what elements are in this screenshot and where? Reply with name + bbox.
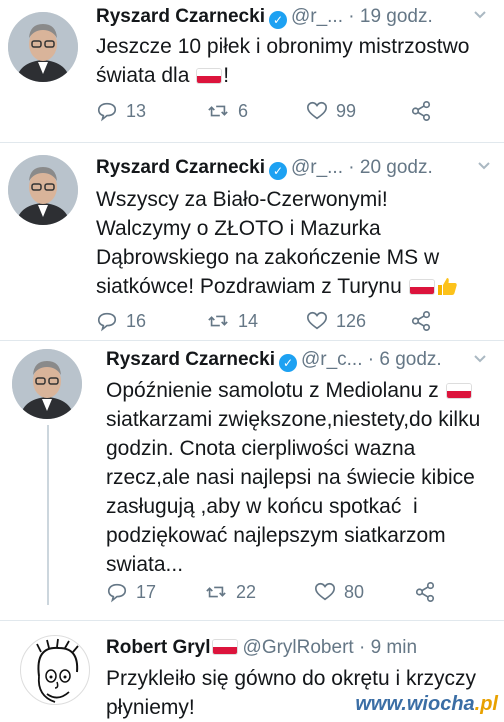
retweet-count: 22 — [236, 582, 257, 602]
tweet-line: Walczymy o ZŁOTO i Mazurka — [96, 217, 381, 240]
tweet-line-text: świata dla — [96, 64, 190, 87]
retweet-button[interactable]: 22 — [204, 581, 256, 603]
avatar[interactable] — [8, 12, 78, 82]
tweet-line: swiata... — [106, 553, 184, 576]
tweet-text: Jeszcze 10 piłek i obronimy mistrzostwo … — [96, 32, 469, 90]
tweet-line-text: ! — [223, 64, 230, 87]
tweet-line: siatkarzami zwiększone,niestety,do kilku — [106, 408, 481, 431]
share-icon — [411, 311, 431, 331]
reply-icon — [97, 102, 117, 122]
author-name[interactable]: Ryszard Czarnecki — [96, 157, 265, 178]
author-handle[interactable]: @r_... — [291, 6, 343, 27]
tweet-actions: 13 6 99 — [96, 100, 476, 124]
verified-badge-icon: ✓ — [278, 354, 297, 372]
tweet-line: zasługują ,aby w końcu spotkać i — [106, 495, 418, 518]
timestamp[interactable]: 19 godz. — [360, 6, 433, 27]
tweet-2[interactable]: Ryszard Czarnecki ✓ @r_... · 20 godz. Wszy… — [0, 143, 504, 340]
author-handle[interactable]: @r_... — [291, 157, 343, 178]
tweet-line: Opóźnienie samolotu z Mediolanu z — [106, 376, 480, 405]
author-handle[interactable]: @r_c... — [301, 349, 363, 370]
like-button[interactable]: 99 — [306, 100, 356, 122]
tweet-line: siatkówce! Pozdrawiam z Turynu — [96, 272, 458, 301]
timestamp[interactable]: 9 min — [371, 637, 417, 658]
watermark-tld: .pl — [474, 693, 498, 715]
share-button[interactable] — [410, 100, 440, 122]
retweet-icon — [208, 105, 228, 117]
retweet-count: 14 — [238, 311, 259, 331]
thumbs-up-icon — [437, 278, 457, 295]
chevron-down-icon[interactable] — [472, 6, 488, 27]
chevron-down-icon[interactable] — [476, 157, 492, 178]
separator-dot: · — [367, 349, 375, 370]
retweet-button[interactable]: 6 — [206, 100, 248, 122]
separator-dot: · — [348, 157, 355, 178]
timestamp[interactable]: 6 godz. — [379, 349, 441, 370]
tweet-text: Wszyscy za Biało-Czerwonymi! Walczymy o … — [96, 185, 458, 301]
reply-count: 13 — [126, 101, 147, 121]
heart-icon — [307, 101, 327, 120]
author-handle[interactable]: @GrylRobert — [243, 637, 354, 658]
retweet-icon — [206, 586, 226, 598]
tweet-line: świata dla ! — [96, 61, 469, 90]
poland-flag-icon — [409, 280, 434, 294]
like-count: 99 — [336, 101, 357, 121]
tweet-line: podziękować najlepszym siatkarzom — [106, 524, 446, 547]
verified-badge-icon: ✓ — [268, 162, 287, 180]
author-name[interactable]: Robert Gryl — [106, 637, 211, 658]
avatar[interactable] — [20, 635, 90, 705]
avatar[interactable] — [12, 349, 82, 419]
tweet-line: Jeszcze 10 piłek i obronimy mistrzostwo — [96, 35, 470, 58]
share-icon — [415, 582, 435, 602]
verified-badge-icon: ✓ — [268, 11, 287, 29]
heart-icon — [315, 582, 335, 601]
share-button[interactable] — [414, 581, 444, 603]
reply-count: 16 — [126, 311, 147, 331]
reply-icon — [97, 312, 117, 332]
tweet-actions: 16 14 126 — [96, 310, 476, 334]
tweet-header: Robert Gryl @GrylRobert · 9 min — [106, 637, 417, 659]
tweet-3[interactable]: Ryszard Czarnecki ✓ @r_c... · 6 godz. Opóź… — [0, 341, 504, 620]
like-count: 126 — [336, 311, 367, 331]
separator-dot: · — [358, 637, 366, 658]
share-icon — [411, 101, 431, 121]
tweet-actions: 17 22 80 — [106, 581, 486, 605]
heart-icon — [307, 311, 327, 330]
watermark-main: www.wiocha — [355, 693, 475, 715]
reply-button[interactable]: 16 — [96, 310, 146, 332]
tweet-line: godzin. Cnota cierpliwości wazna — [106, 437, 416, 460]
separator-dot: · — [348, 6, 355, 27]
chevron-down-icon[interactable] — [472, 350, 488, 371]
author-name[interactable]: Ryszard Czarnecki — [106, 349, 275, 370]
tweet-line: Wszyscy za Biało-Czerwonymi! — [96, 188, 388, 211]
avatar[interactable] — [8, 155, 78, 225]
tweet-line-text: siatkówce! Pozdrawiam z Turynu — [96, 275, 402, 298]
retweet-icon — [208, 315, 228, 327]
timestamp[interactable]: 20 godz. — [360, 157, 433, 178]
tweet-line: Przykleiło się gówno do okrętu i krzyczy — [106, 667, 476, 690]
author-name[interactable]: Ryszard Czarnecki — [96, 6, 265, 27]
watermark: www.wiocha.pl — [355, 693, 498, 716]
tweet-1[interactable]: Ryszard Czarnecki ✓ @r_... · 19 godz. Jesz… — [0, 0, 504, 142]
reply-count: 17 — [136, 582, 157, 602]
reply-button[interactable]: 13 — [96, 100, 146, 122]
poland-flag-icon — [212, 640, 237, 654]
retweet-button[interactable]: 14 — [206, 310, 258, 332]
tweet-text: Opóźnienie samolotu z Mediolanu z siatka… — [106, 376, 480, 579]
reply-icon — [107, 583, 127, 603]
tweet-line-text: Opóźnienie samolotu z Mediolanu z — [106, 379, 439, 402]
like-button[interactable]: 126 — [306, 310, 366, 332]
tweet-line: Dąbrowskiego na zakończenie MS w — [96, 246, 440, 269]
like-button[interactable]: 80 — [314, 581, 364, 603]
tweet-header: Ryszard Czarnecki ✓ @r_... · 19 godz. — [96, 6, 433, 29]
tweet-header: Ryszard Czarnecki ✓ @r_c... · 6 godz. — [106, 349, 442, 372]
poland-flag-icon — [197, 69, 222, 83]
share-button[interactable] — [410, 310, 440, 332]
tweet-header: Ryszard Czarnecki ✓ @r_... · 20 godz. — [96, 157, 433, 180]
retweet-count: 6 — [238, 101, 249, 121]
like-count: 80 — [344, 582, 365, 602]
reply-button[interactable]: 17 — [106, 581, 156, 603]
tweet-line: rzecz,ale nasi najlepsi na świecie kibic… — [106, 466, 475, 489]
poland-flag-icon — [446, 384, 471, 398]
